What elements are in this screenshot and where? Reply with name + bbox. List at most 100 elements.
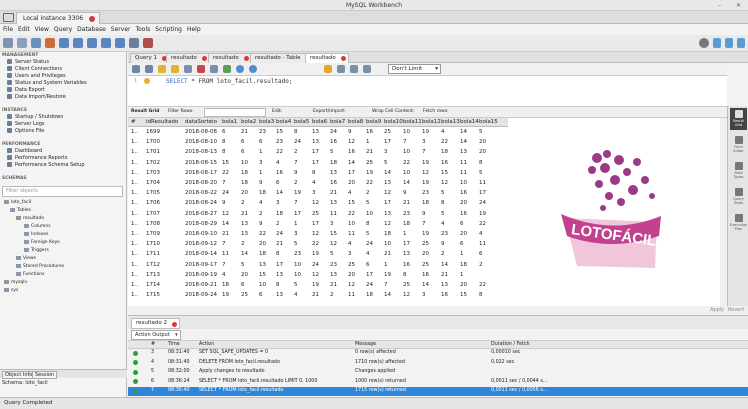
grid-cell[interactable]: 8 bbox=[276, 250, 280, 259]
grid-cell[interactable]: 10 bbox=[384, 240, 391, 249]
grid-cell[interactable]: 18 bbox=[259, 189, 266, 198]
grid-cell[interactable]: 4 bbox=[222, 271, 226, 280]
grid-cell[interactable]: 3 bbox=[348, 250, 352, 259]
grid-cell[interactable]: 1.. bbox=[131, 169, 138, 178]
grid-cell[interactable]: 21 bbox=[312, 291, 319, 300]
grid-cell[interactable]: 14 bbox=[422, 281, 429, 290]
grid-cell[interactable]: 10 bbox=[403, 169, 410, 178]
column-header[interactable]: dataSorteio bbox=[185, 118, 217, 127]
grid-cell[interactable]: 11 bbox=[479, 179, 486, 188]
grid-cell[interactable]: 13 bbox=[312, 138, 319, 147]
grid-cell[interactable]: 4 bbox=[441, 128, 445, 137]
column-header[interactable]: bola7 bbox=[330, 118, 345, 127]
settings-icon[interactable] bbox=[699, 38, 709, 48]
grid-cell[interactable]: 12 bbox=[330, 240, 337, 249]
sidebar-item-startup[interactable]: Startup / Shutdown bbox=[7, 114, 63, 121]
table-row[interactable]: 1.. 1702 2018-08-15 15 10 3 4 7 17 18 14 25 5 22 19 16 1… bbox=[128, 159, 508, 168]
grid-cell[interactable]: 24 bbox=[330, 128, 337, 137]
grid-cell[interactable]: 5 bbox=[441, 189, 445, 198]
grid-cell[interactable]: 18 bbox=[241, 179, 248, 188]
grid-cell[interactable]: 21 bbox=[384, 250, 391, 259]
table-row[interactable]: 1.. 1706 2018-08-24 9 2 4 3 7 12 13 15 5 17 21 18 8 20 24 bbox=[128, 199, 508, 208]
commit-icon[interactable] bbox=[223, 65, 231, 73]
sidebar-item-data-export[interactable]: Data Export bbox=[7, 87, 45, 94]
grid-cell[interactable]: 1709 bbox=[146, 230, 160, 239]
autocommit-icon[interactable] bbox=[249, 65, 257, 73]
grid-cell[interactable]: 24 bbox=[276, 230, 283, 239]
grid-cell[interactable]: 16 bbox=[460, 210, 467, 219]
tab-resultado-1[interactable]: resultado bbox=[166, 53, 210, 63]
grid-cell[interactable]: 19 bbox=[222, 291, 229, 300]
grid-cell[interactable]: 6 bbox=[222, 128, 226, 137]
grid-cell[interactable]: 23 bbox=[294, 250, 301, 259]
grid-cell[interactable]: 21 bbox=[330, 281, 337, 290]
filter-rows-input[interactable] bbox=[204, 108, 266, 117]
output-row[interactable]: 5 08:32:00 Apply changes to resultado Chang… bbox=[128, 368, 748, 377]
grid-cell[interactable]: 6 bbox=[366, 261, 370, 270]
table-row[interactable]: 1.. 1699 2018-08-08 6 21 23 15 8 13 24 9 16 25 10 19 4 1… bbox=[128, 128, 508, 137]
grid-cell[interactable]: 8 bbox=[222, 148, 226, 157]
grid-cell[interactable]: 13 bbox=[312, 128, 319, 137]
sidebar-item-server-logs[interactable]: Server Logs bbox=[7, 121, 45, 128]
limit-select[interactable]: Don't Limit ▾ bbox=[388, 64, 441, 74]
column-header[interactable]: # bbox=[131, 118, 136, 127]
grid-cell[interactable]: 2018-09-19 bbox=[185, 271, 217, 280]
grid-cell[interactable]: 22 bbox=[403, 159, 410, 168]
tab-query-1[interactable]: Query 1 bbox=[130, 53, 170, 63]
tree-triggers[interactable]: Triggers bbox=[24, 247, 49, 254]
stop-icon[interactable] bbox=[197, 65, 205, 73]
grid-cell[interactable]: 17 bbox=[366, 271, 373, 280]
grid-cell[interactable]: 1705 bbox=[146, 189, 160, 198]
grid-cell[interactable]: 19 bbox=[422, 179, 429, 188]
grid-cell[interactable]: 15 bbox=[276, 128, 283, 137]
tab-resultado-active[interactable]: resultado bbox=[305, 53, 349, 63]
grid-cell[interactable]: 15 bbox=[259, 271, 266, 280]
grid-cell[interactable]: 20 bbox=[422, 250, 429, 259]
minimize-icon[interactable]: – bbox=[718, 2, 721, 9]
grid-cell[interactable]: 6 bbox=[241, 148, 245, 157]
column-header[interactable]: bola14 bbox=[460, 118, 479, 127]
grid-cell[interactable]: 15 bbox=[222, 159, 229, 168]
grid-cell[interactable]: 3 bbox=[312, 189, 316, 198]
grid-cell[interactable]: 2018-08-20 bbox=[185, 179, 217, 188]
grid-cell[interactable]: 20 bbox=[348, 179, 355, 188]
grid-cell[interactable]: 11 bbox=[330, 210, 337, 219]
query-stats-button[interactable]: Query Stats bbox=[730, 186, 747, 208]
grid-cell[interactable]: 1704 bbox=[146, 179, 160, 188]
create-table-icon[interactable] bbox=[73, 38, 83, 48]
grid-cell[interactable]: 13 bbox=[330, 169, 337, 178]
grid-cell[interactable]: 14 bbox=[403, 179, 410, 188]
grid-cell[interactable]: 2018-08-13 bbox=[185, 148, 217, 157]
grid-cell[interactable]: 11 bbox=[460, 169, 467, 178]
column-header[interactable]: bola6 bbox=[312, 118, 327, 127]
grid-cell[interactable]: 5 bbox=[441, 210, 445, 219]
grid-cell[interactable]: 8 bbox=[312, 169, 316, 178]
column-header[interactable]: bola13 bbox=[441, 118, 460, 127]
grid-cell[interactable]: 20 bbox=[460, 199, 467, 208]
grid-cell[interactable]: 19 bbox=[422, 159, 429, 168]
tree-table-resultado[interactable]: resultado bbox=[16, 215, 44, 222]
beautify-icon[interactable] bbox=[324, 65, 332, 73]
grid-cell[interactable]: 1.. bbox=[131, 159, 138, 168]
grid-cell[interactable]: 7 bbox=[294, 199, 298, 208]
grid-cell[interactable]: 7 bbox=[422, 220, 426, 229]
table-row[interactable]: 1.. 1708 2018-08-29 14 13 9 2 1 17 3 10 8 12 18 7 4 6 22 bbox=[128, 220, 508, 229]
column-header[interactable]: bola3 bbox=[259, 118, 274, 127]
table-row[interactable]: 1.. 1714 2018-09-21 18 6 10 8 5 19 21 12 24 7 25 14 13 2… bbox=[128, 281, 508, 290]
open-sql-icon[interactable] bbox=[17, 38, 27, 48]
grid-cell[interactable]: 10 bbox=[403, 148, 410, 157]
grid-cell[interactable]: 2018-09-12 bbox=[185, 240, 217, 249]
sidebar-item-performance-schema[interactable]: Performance Schema Setup bbox=[7, 162, 85, 169]
grid-cell[interactable]: 19 bbox=[422, 128, 429, 137]
grid-cell[interactable]: 14 bbox=[460, 128, 467, 137]
grid-cell[interactable]: 5 bbox=[294, 240, 298, 249]
grid-cell[interactable]: 2 bbox=[366, 189, 370, 198]
tab-session[interactable]: Session bbox=[32, 371, 58, 379]
grid-cell[interactable]: 3 bbox=[259, 159, 263, 168]
grid-cell[interactable]: 22 bbox=[312, 240, 319, 249]
schema-info-icon[interactable] bbox=[31, 38, 41, 48]
close-tab-icon[interactable] bbox=[89, 16, 96, 22]
grid-cell[interactable]: 14 bbox=[441, 261, 448, 270]
grid-cell[interactable]: 2 bbox=[276, 220, 280, 229]
grid-cell[interactable]: 8 bbox=[403, 271, 407, 280]
